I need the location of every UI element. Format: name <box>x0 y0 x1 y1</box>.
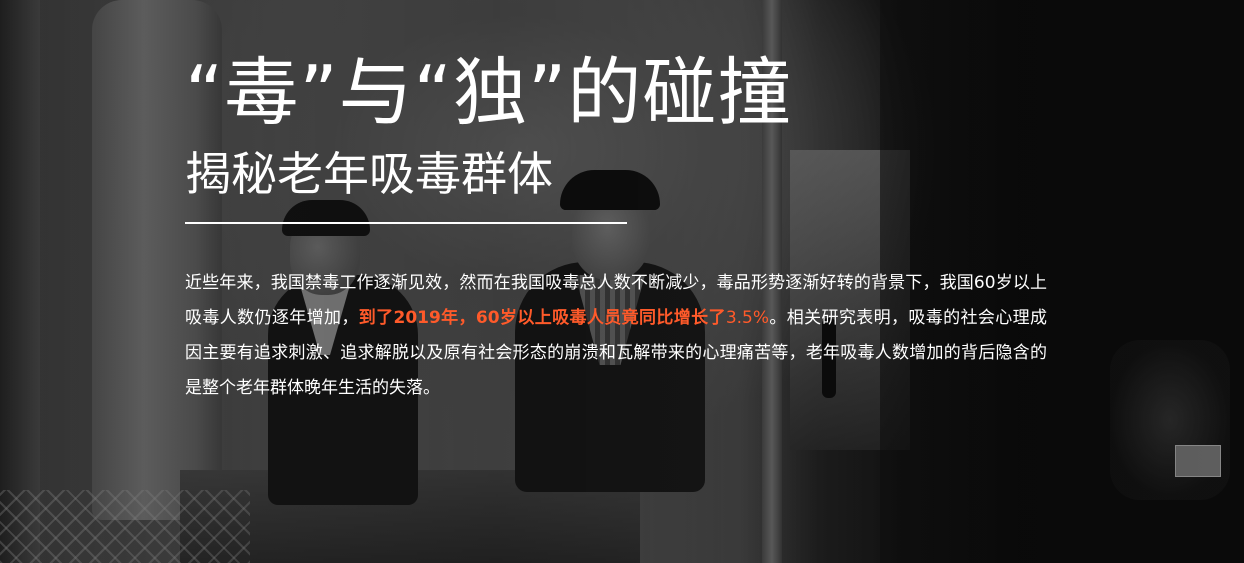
title-divider <box>185 222 627 224</box>
intro-paragraph: 近些年来，我国禁毒工作逐渐见效，然而在我国吸毒总人数不断减少，毒品形势逐渐好转的… <box>185 266 1047 406</box>
highlight-value: 3.5% <box>725 308 770 328</box>
headline-block: “毒”与“独”的碰撞 揭秘老年吸毒群体 近些年来，我国禁毒工作逐渐见效，然而在我… <box>185 48 1055 406</box>
highlight-statement: 到了2019年，60岁以上吸毒人员竟同比增长了 <box>358 308 726 328</box>
page-title: “毒”与“独”的碰撞 <box>185 50 793 136</box>
hero-banner: “毒”与“独”的碰撞 揭秘老年吸毒群体 近些年来，我国禁毒工作逐渐见效，然而在我… <box>0 0 1244 563</box>
page-subtitle: 揭秘老年吸毒群体 <box>185 147 553 201</box>
